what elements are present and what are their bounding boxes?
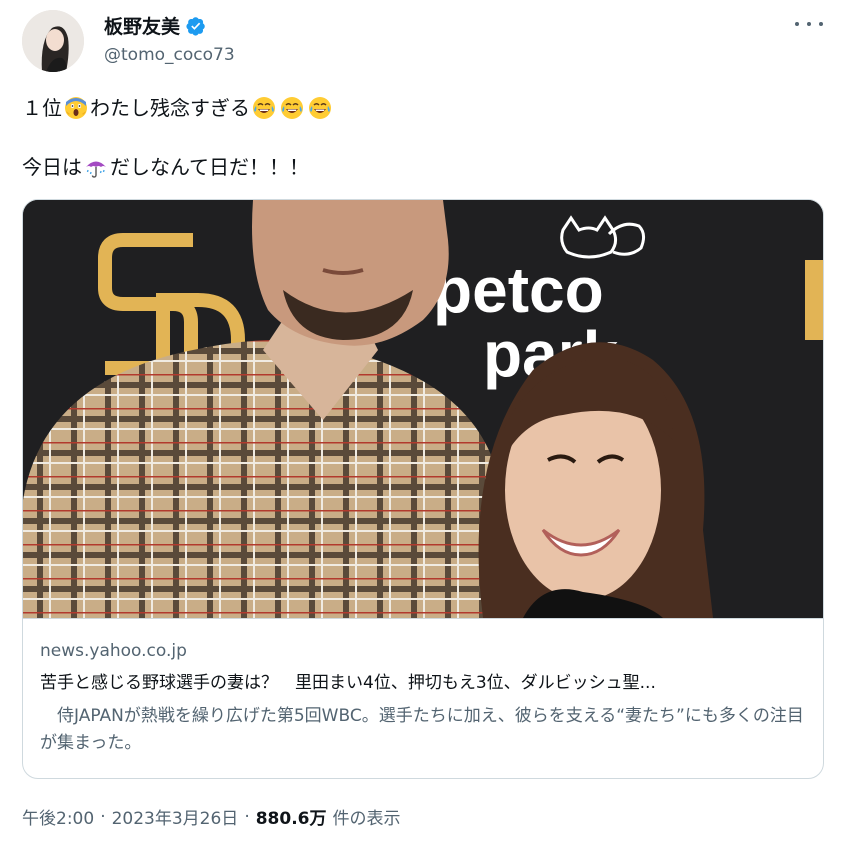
card-description: 侍JAPANが熱戦を繰り広げた第5回WBC。選手たちに加え、彼らを支える“妻たち…	[40, 706, 804, 753]
tweet-line-2: 今日は だしなんて日だ！！！	[22, 151, 822, 183]
petco-sign-text: petco	[433, 254, 604, 326]
tweet-line2-suffix: だしなんて日だ！！！	[110, 155, 309, 179]
tears-of-joy-emoji-icon	[309, 97, 331, 119]
tweet-time[interactable]: 午後2:00	[22, 804, 94, 829]
more-options-icon[interactable]	[795, 14, 823, 34]
card-title[interactable]: 苦手と感じる野球選手の妻は？ 里田まい4位、押切もえ3位、ダルビッシュ聖...	[40, 671, 806, 695]
tweet-line2-prefix: 今日は	[22, 155, 82, 179]
avatar[interactable]	[22, 10, 84, 72]
link-card[interactable]: petco park news.yahoo.co.jp 苦手と感じる野球選手の妻…	[22, 199, 824, 779]
tweet-line-1: １位 わたし残念すぎる	[22, 92, 822, 124]
screaming-face-emoji-icon	[65, 97, 87, 119]
tweet-line1-main: わたし残念すぎる	[90, 96, 250, 120]
tears-of-joy-emoji-icon	[281, 97, 303, 119]
tweet-date[interactable]: 2023年3月26日	[112, 804, 239, 829]
tweet-line1-prefix: １位	[22, 96, 62, 120]
card-photo: petco park	[23, 200, 823, 618]
tears-of-joy-emoji-icon	[253, 97, 275, 119]
tweet-text: １位 わたし残念すぎる 今日は だしなんて日だ！！！	[22, 92, 822, 183]
card-body[interactable]: news.yahoo.co.jp 苦手と感じる野球選手の妻は？ 里田まい4位、押…	[23, 618, 823, 778]
display-name-text[interactable]: 板野友美	[104, 12, 180, 39]
umbrella-rain-emoji-icon	[86, 161, 106, 178]
verified-badge-icon	[186, 16, 205, 36]
display-name[interactable]: 板野友美	[104, 12, 235, 39]
tweet-header: 板野友美 @tomo_coco73	[22, 10, 827, 74]
meta-separator: ·	[100, 806, 106, 827]
view-count-label: 件の表示	[332, 809, 401, 829]
tweet-meta: 午後2:00 · 2023年3月26日 · 880.6万 件の表示	[22, 804, 401, 830]
user-handle[interactable]: @tomo_coco73	[104, 45, 235, 65]
card-image[interactable]: petco park	[23, 200, 823, 618]
avatar-photo	[22, 10, 84, 72]
meta-separator: ·	[244, 806, 250, 827]
view-count[interactable]: 880.6万	[256, 804, 327, 829]
card-domain: news.yahoo.co.jp	[40, 641, 187, 661]
